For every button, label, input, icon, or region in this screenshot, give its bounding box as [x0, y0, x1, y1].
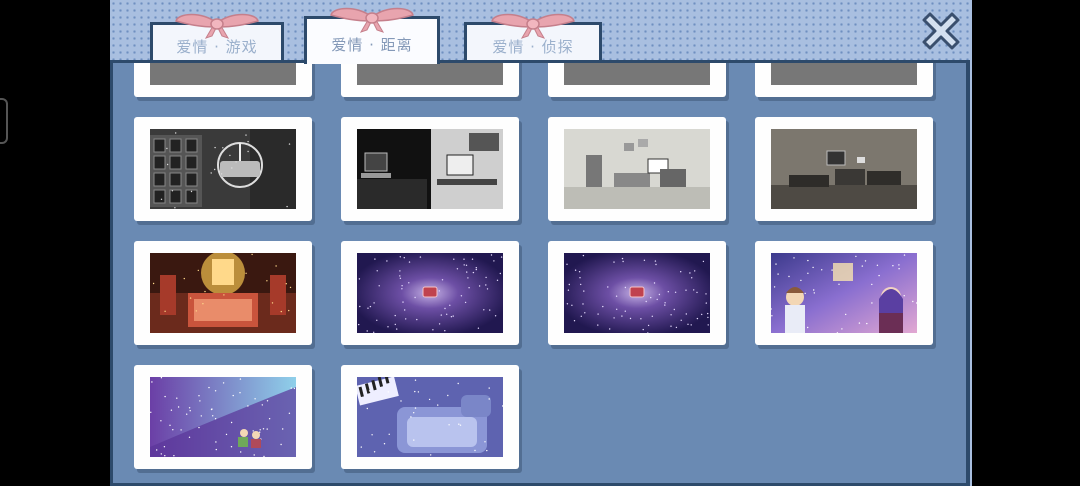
cg-partial-4[interactable] [755, 63, 933, 97]
cg-cosmos-piano[interactable] [341, 241, 519, 345]
cg-dim-bedroom[interactable] [755, 117, 933, 221]
cg-partial-1-image [150, 63, 296, 85]
side-edge-handle [0, 98, 8, 144]
cg-two-desks-computers[interactable] [341, 117, 519, 221]
cg-couple-galaxy[interactable] [755, 241, 933, 345]
ribbon-bow-icon [491, 13, 575, 39]
cg-dim-bedroom-image [771, 129, 917, 209]
tab-love-game[interactable]: 爱情 · 游戏 [150, 13, 284, 62]
cg-partial-2[interactable] [341, 63, 519, 97]
gallery-panel[interactable] [110, 60, 970, 486]
cg-golden-bed-chamber-image [150, 253, 296, 333]
cg-partial-3-image [564, 63, 710, 85]
cg-partial-3[interactable] [548, 63, 726, 97]
cg-golden-bed-chamber[interactable] [134, 241, 312, 345]
cg-cosmos-radio-image [564, 253, 710, 333]
tab-love-distance[interactable]: 爱情 · 距离 [304, 7, 440, 64]
cg-couple-galaxy-image [771, 253, 917, 333]
cg-partial-1[interactable] [134, 63, 312, 97]
cg-cosmos-piano-image [357, 253, 503, 333]
cg-partial-4-image [771, 63, 917, 85]
cg-ferris-wheel-night-image [150, 129, 296, 209]
ribbon-bow-icon [330, 7, 414, 33]
cg-couple-stardust-image [150, 377, 296, 457]
cg-couple-stardust[interactable] [134, 365, 312, 469]
cg-piano-sofa-room[interactable] [341, 365, 519, 469]
game-screen: 爱情 · 游戏 爱情 · 距离 爱情 · 侦探 [110, 0, 972, 486]
cg-gray-bedroom[interactable] [548, 117, 726, 221]
tab-love-detective-label: 爱情 · 侦探 [492, 38, 574, 56]
cg-piano-sofa-room-image [357, 377, 503, 457]
close-x-icon[interactable] [918, 8, 964, 54]
tab-love-game-label: 爱情 · 游戏 [176, 38, 258, 56]
tab-love-detective[interactable]: 爱情 · 侦探 [464, 13, 602, 62]
cg-ferris-wheel-night[interactable] [134, 117, 312, 221]
ribbon-bow-icon [175, 13, 259, 39]
cg-cosmos-radio[interactable] [548, 241, 726, 345]
cg-gray-bedroom-image [564, 129, 710, 209]
cg-two-desks-computers-image [357, 129, 503, 209]
tab-love-distance-label: 爱情 · 距离 [331, 36, 413, 54]
